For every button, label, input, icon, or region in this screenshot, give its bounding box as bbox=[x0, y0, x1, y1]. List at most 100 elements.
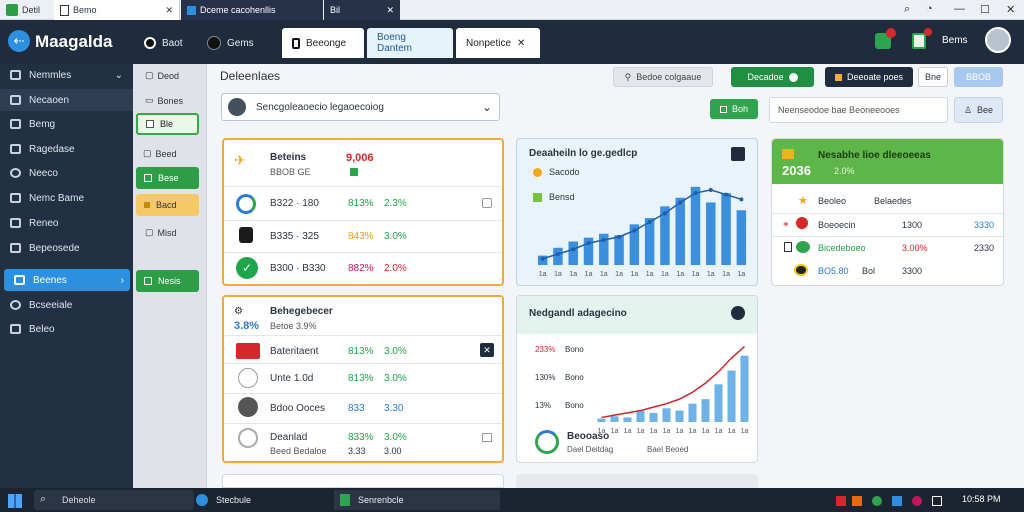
row-value-1: 843% bbox=[348, 231, 374, 242]
chart-bar bbox=[614, 235, 624, 265]
close-icon[interactable]: ✕ bbox=[517, 38, 525, 49]
chart-bar bbox=[701, 399, 710, 422]
sidebar-item-6[interactable]: Nemc Bame bbox=[0, 187, 133, 209]
share-icon[interactable]: ◔ bbox=[926, 3, 933, 15]
sub-item-label: Misd bbox=[157, 227, 177, 238]
trend-point bbox=[540, 256, 545, 261]
x-tick-label: 1a bbox=[539, 271, 547, 278]
trend-point bbox=[724, 192, 729, 197]
sidebar-item-10[interactable]: Bcseeiale bbox=[0, 294, 133, 316]
sub-item-8[interactable]: Nesis bbox=[136, 270, 199, 292]
app-title: Maagalda bbox=[35, 32, 113, 51]
doc-icon bbox=[238, 368, 258, 388]
sidebar-item-9-active[interactable]: Beenes › bbox=[4, 269, 130, 291]
toolbar-button-1[interactable]: ⚲ Bedoe colgaaue bbox=[613, 67, 713, 87]
tray-icon[interactable] bbox=[852, 496, 862, 506]
sub-item-5[interactable]: Bese bbox=[136, 167, 199, 189]
browser-tab-3[interactable]: Bil ✕ bbox=[324, 0, 400, 20]
open-tab-1[interactable]: Beeonge bbox=[282, 28, 364, 58]
link-icon bbox=[10, 300, 21, 310]
tray-icon[interactable] bbox=[872, 496, 882, 506]
browser-tab-2[interactable]: Dceme cacohenllis bbox=[181, 0, 323, 20]
chevron-down-icon: ⌄ bbox=[482, 100, 493, 114]
taskbar-app-1[interactable]: Stecbule bbox=[196, 490, 326, 510]
secondary-button[interactable]: Boh bbox=[710, 99, 758, 119]
sub-item-label: Bese bbox=[158, 173, 179, 183]
tray-icon[interactable] bbox=[836, 496, 846, 506]
minimize-icon[interactable]: — bbox=[954, 3, 965, 15]
sub-item-2[interactable]: ▭ Bones bbox=[145, 95, 183, 106]
sidebar-item-4[interactable]: Ragedase bbox=[0, 138, 133, 160]
row-value-1: 882% bbox=[348, 263, 374, 274]
sidebar-item-5[interactable]: Neeco bbox=[0, 162, 133, 184]
copy-icon[interactable] bbox=[482, 198, 492, 208]
maximize-icon[interactable]: ☐ bbox=[980, 3, 990, 16]
sub-item-7[interactable]: ▢ Misd bbox=[145, 227, 177, 238]
sidebar-item-label: Bemg bbox=[29, 118, 56, 130]
page-icon bbox=[187, 5, 196, 15]
y-label: 13% bbox=[535, 401, 552, 410]
close-icon[interactable]: ✕ bbox=[165, 5, 173, 16]
row-value-1: Bol bbox=[862, 266, 876, 276]
sidebar-item-3[interactable]: Bemg bbox=[0, 113, 133, 135]
x-tick-label: 1a bbox=[615, 271, 623, 278]
bar-chart-1: 1a 1a 1a 1a 1a 1a 1a 1a 1a 1a 1a 1a 1a 1a bbox=[537, 186, 747, 278]
chart-bar bbox=[736, 210, 747, 265]
sidebar-item-2[interactable]: Necaoen bbox=[0, 89, 133, 111]
trend-point bbox=[617, 234, 622, 239]
card-title: Behegebecer bbox=[270, 306, 333, 317]
toolbar-button-4[interactable]: Bne bbox=[918, 67, 948, 87]
document-icon[interactable] bbox=[912, 33, 926, 49]
sub-item-3[interactable]: Ble bbox=[136, 113, 199, 135]
close-icon[interactable]: ✕ bbox=[386, 5, 394, 16]
app-tab[interactable]: Detil bbox=[0, 0, 46, 20]
avatar[interactable] bbox=[985, 27, 1011, 53]
open-tab-2[interactable]: Boeng Dantem bbox=[367, 28, 453, 58]
tray-icon[interactable] bbox=[892, 496, 902, 506]
tag-icon bbox=[834, 73, 842, 81]
user-name[interactable]: Bems bbox=[942, 35, 968, 46]
app-icon bbox=[340, 494, 350, 506]
search-icon[interactable]: ⌕ bbox=[904, 3, 910, 16]
toolbar-button-5[interactable]: BBOB bbox=[954, 67, 1003, 87]
x-tick-label: 1a bbox=[600, 271, 608, 278]
taskbar-search[interactable]: ⌕ Deheole bbox=[34, 490, 194, 510]
row-name: B300 · B330 bbox=[270, 263, 326, 274]
taskbar-app-2[interactable]: Senrenbcle bbox=[334, 490, 500, 510]
header-tab-1[interactable]: Baot bbox=[144, 28, 183, 58]
sub-item-1[interactable]: ▢ Deod bbox=[145, 70, 179, 81]
row-name: BO5.80 bbox=[818, 266, 849, 276]
box-icon: ▢ bbox=[143, 148, 152, 158]
sidebar-item-1[interactable]: Nemmles ⌄ bbox=[0, 64, 133, 86]
lookup-input[interactable]: Neenseodoe bae Beoneeooes bbox=[769, 97, 948, 123]
trend-point bbox=[662, 211, 667, 216]
close-window-icon[interactable]: ✕ bbox=[1006, 3, 1015, 16]
edit-icon[interactable] bbox=[731, 306, 745, 320]
tray-icon[interactable] bbox=[932, 496, 942, 506]
page-title: Deleenlaes bbox=[220, 69, 281, 83]
button-label: Bee bbox=[977, 105, 994, 115]
start-icon[interactable] bbox=[8, 494, 22, 508]
header-tab-2[interactable]: Gems bbox=[207, 28, 254, 58]
row-value-2: 3330 bbox=[974, 220, 995, 230]
avatar bbox=[228, 98, 246, 116]
open-tab-3[interactable]: Nonpetice ✕ bbox=[456, 28, 540, 58]
close-icon[interactable]: ✕ bbox=[480, 343, 494, 357]
sidebar-item-label: Neeco bbox=[29, 167, 58, 179]
sidebar-item-8[interactable]: Bepeosede bbox=[0, 237, 133, 259]
toolbar-button-2[interactable]: Decadoe bbox=[731, 67, 814, 87]
toolbar-button-3[interactable]: Deeoate poes bbox=[825, 67, 913, 87]
browser-tab-1[interactable]: Bemo ✕ bbox=[54, 0, 180, 20]
sub-item-4[interactable]: ▢ Beed bbox=[143, 148, 177, 159]
tray-icon[interactable] bbox=[912, 496, 922, 506]
expand-icon[interactable] bbox=[731, 147, 745, 161]
search-select[interactable]: Sencgoleaoecio legaoecoiog ⌄ bbox=[221, 93, 500, 121]
chart-title: Deaaheiln lo ge.gedlcp bbox=[529, 148, 638, 159]
sub-item-6[interactable]: Bacd bbox=[136, 194, 199, 216]
sidebar-item-7[interactable]: Reneo bbox=[0, 212, 133, 234]
lookup-button[interactable]: ♙ Bee bbox=[954, 97, 1003, 123]
page-icon bbox=[60, 4, 69, 16]
mail-icon[interactable] bbox=[482, 433, 492, 442]
sidebar-item-11[interactable]: Beleo bbox=[0, 318, 133, 340]
notification-badge bbox=[886, 28, 896, 38]
